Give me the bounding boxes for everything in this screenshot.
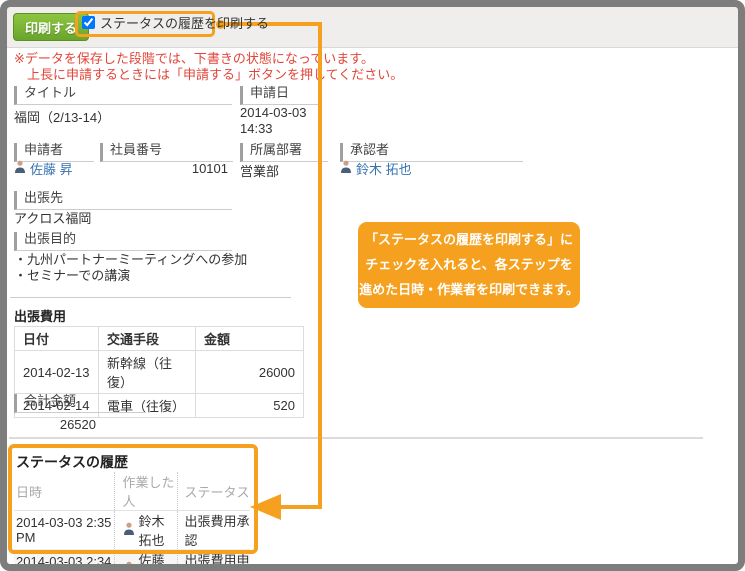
history-status: 出張費用承認 bbox=[177, 511, 250, 550]
expenses-col-date: 日付 bbox=[15, 327, 99, 351]
status-history-table: 日時 作業した人 ステータス 2014-03-03 2:35 PM 鈴木 拓也 … bbox=[14, 472, 250, 571]
expense-date: 2014-02-13 bbox=[15, 351, 99, 394]
approver-link[interactable]: 鈴木 拓也 bbox=[356, 159, 412, 178]
print-history-checkbox[interactable] bbox=[82, 16, 95, 29]
arrow-left-icon bbox=[250, 494, 281, 520]
field-value-title: 福岡（2/13-14） bbox=[14, 107, 110, 126]
status-history-title: ステータスの履歴 bbox=[16, 452, 128, 472]
expenses-section-title: 出張費用 bbox=[14, 306, 66, 325]
expense-transport: 新幹線（往復） bbox=[99, 351, 196, 394]
history-status: 出張費用申請 bbox=[177, 550, 250, 571]
approver-user: 鈴木 拓也 bbox=[340, 159, 412, 178]
expenses-header-row: 日付 交通手段 金額 bbox=[15, 327, 304, 351]
field-label-employee-no: 社員番号 bbox=[100, 143, 233, 162]
expense-amount: 520 bbox=[196, 394, 304, 418]
history-col-person: 作業した人 bbox=[114, 472, 177, 511]
annotation-connector-line-bottom bbox=[278, 505, 322, 509]
field-value-total: 26520 bbox=[14, 417, 96, 432]
field-label-total: 合計金額 bbox=[14, 394, 146, 413]
callout-line1: 「ステータスの履歴を印刷する」に bbox=[358, 227, 580, 252]
group-divider bbox=[10, 297, 291, 298]
history-person: 佐藤 昇 bbox=[139, 550, 177, 571]
person-icon bbox=[123, 522, 135, 538]
draft-notice-line1: ※データを保存した段階では、下書きの状態になっています。 bbox=[14, 51, 403, 67]
field-value-purpose-line2: ・セミナーでの講演 bbox=[14, 265, 130, 284]
callout-line2: チェックを入れると、各ステップを bbox=[358, 252, 580, 277]
print-history-checkbox-label: ステータスの履歴を印刷する bbox=[100, 13, 269, 32]
field-value-apply-time: 14:33 bbox=[240, 121, 273, 136]
expenses-col-amount: 金額 bbox=[196, 327, 304, 351]
applicant-user: 佐藤 昇 bbox=[14, 159, 73, 178]
person-icon bbox=[340, 160, 352, 178]
history-person-cell: 鈴木 拓也 bbox=[114, 511, 177, 550]
history-datetime: 2014-03-03 2:34 PM bbox=[14, 550, 114, 571]
history-col-status: ステータス bbox=[177, 472, 250, 511]
history-person: 鈴木 拓也 bbox=[139, 511, 177, 549]
print-button[interactable]: 印刷する bbox=[13, 13, 89, 41]
field-label-department: 所属部署 bbox=[240, 143, 328, 162]
expenses-col-transport: 交通手段 bbox=[99, 327, 196, 351]
draft-notice: ※データを保存した段階では、下書きの状態になっています。 上長に申請するときには… bbox=[14, 51, 403, 83]
print-history-checkbox-group[interactable]: ステータスの履歴を印刷する bbox=[82, 13, 269, 32]
field-value-destination: アクロス福岡 bbox=[14, 208, 91, 227]
table-row: 2014-02-13 新幹線（往復） 26000 bbox=[15, 351, 304, 394]
annotation-connector-line-vertical bbox=[318, 22, 322, 509]
history-person-cell: 佐藤 昇 bbox=[114, 550, 177, 571]
status-history-header-row: 日時 作業した人 ステータス bbox=[14, 472, 250, 511]
field-label-apply-date: 申請日 bbox=[240, 86, 318, 105]
field-label-title: タイトル bbox=[14, 86, 232, 105]
callout-line3: 進めた日時・作業者を印刷できます。 bbox=[358, 277, 580, 302]
section-divider bbox=[9, 437, 703, 439]
person-icon bbox=[14, 160, 26, 178]
callout-tooltip: 「ステータスの履歴を印刷する」に チェックを入れると、各ステップを 進めた日時・… bbox=[358, 222, 580, 308]
field-value-department: 営業部 bbox=[240, 161, 279, 180]
print-preview-window: 印刷する ステータスの履歴を印刷する ※データを保存した段階では、下書きの状態に… bbox=[0, 0, 745, 571]
table-row: 2014-03-03 2:35 PM 鈴木 拓也 出張費用承認 bbox=[14, 511, 250, 550]
history-col-datetime: 日時 bbox=[14, 472, 114, 511]
history-datetime: 2014-03-03 2:35 PM bbox=[14, 511, 114, 550]
expense-amount: 26000 bbox=[196, 351, 304, 394]
person-icon bbox=[123, 561, 135, 571]
table-row: 2014-03-03 2:34 PM 佐藤 昇 出張費用申請 bbox=[14, 550, 250, 571]
draft-notice-line2: 上長に申請するときには「申請する」ボタンを押してください。 bbox=[14, 67, 403, 83]
applicant-link[interactable]: 佐藤 昇 bbox=[30, 159, 73, 178]
field-value-employee-no: 10101 bbox=[100, 161, 228, 176]
field-value-apply-date: 2014-03-03 bbox=[240, 105, 307, 120]
